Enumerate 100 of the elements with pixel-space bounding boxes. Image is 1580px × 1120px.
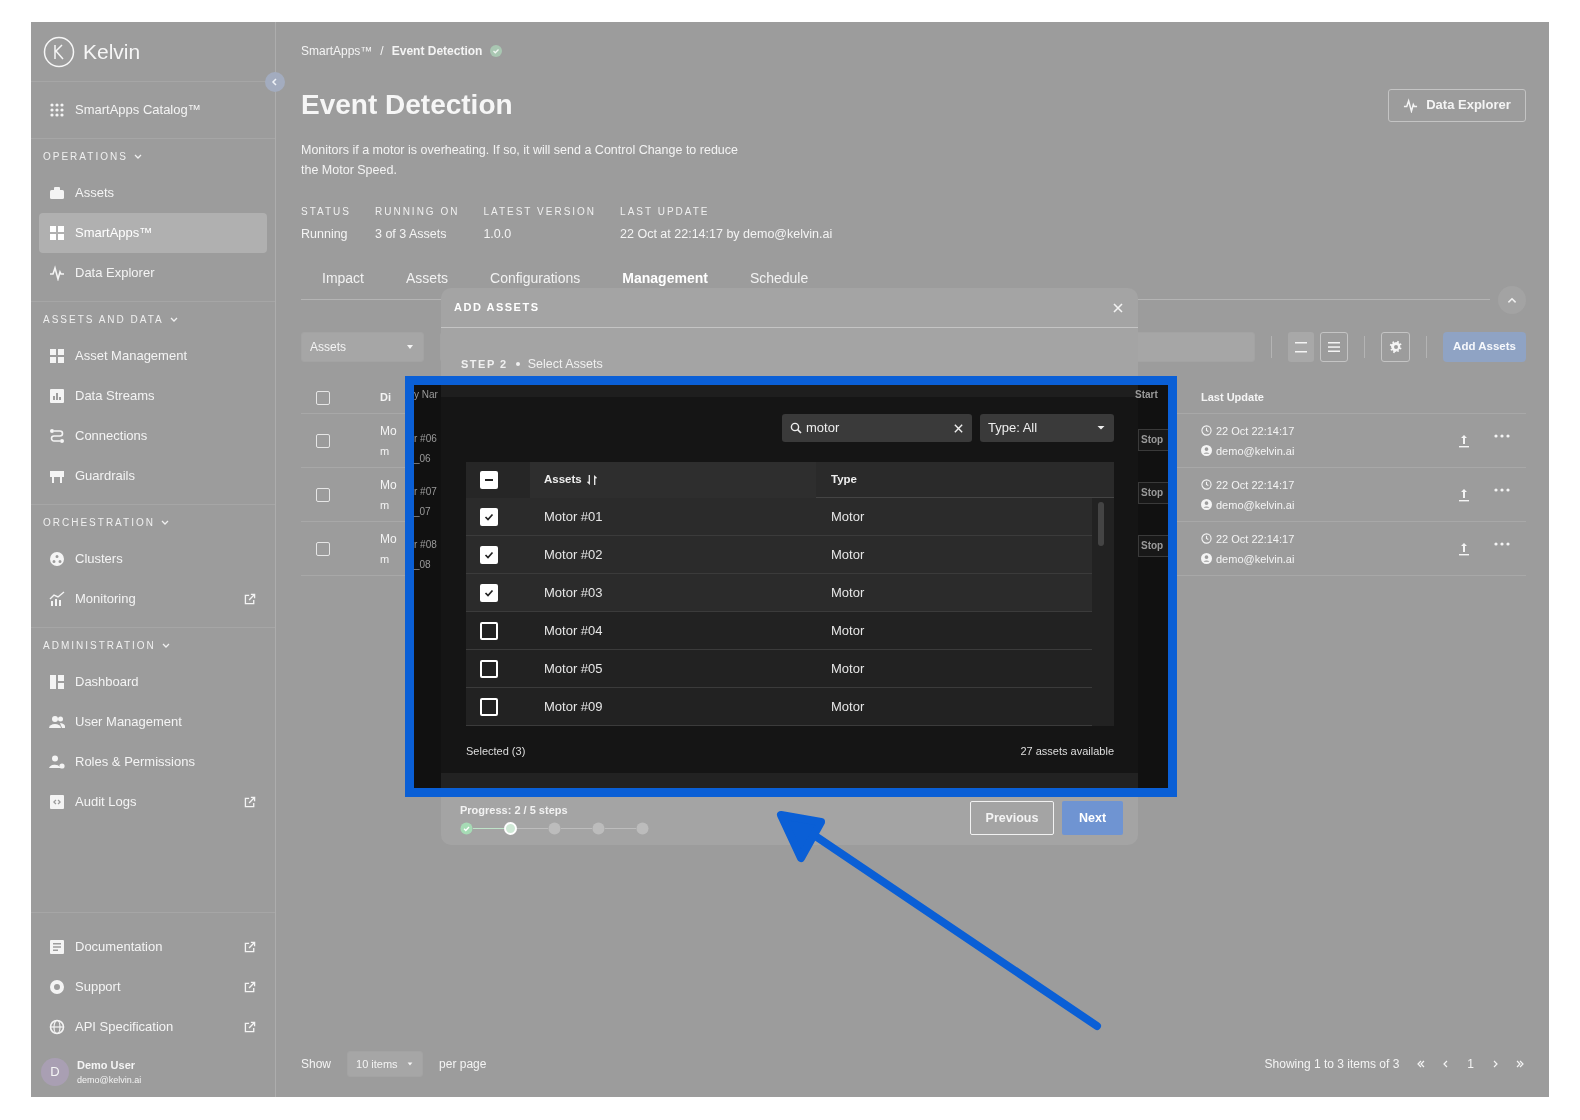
tiles-icon [49, 225, 65, 241]
sidebar-item[interactable]: Roles & Permissions [39, 742, 267, 782]
sidebar-item[interactable]: Monitoring [39, 579, 267, 619]
more-icon[interactable] [1493, 487, 1510, 492]
search-icon [790, 422, 802, 434]
stat-label: LATEST VERSION [483, 205, 597, 219]
collapse-button[interactable] [265, 72, 285, 92]
sidebar-item[interactable]: Support [39, 967, 267, 1007]
page-size-dropdown[interactable]: 10 items [347, 1051, 424, 1077]
add-assets-button[interactable]: Add Assets [1443, 332, 1526, 362]
sidebar-item[interactable]: SmartApps™ [39, 213, 267, 253]
update-user: demo@kelvin.ai [1216, 497, 1295, 513]
asset-name: Motor #01 [543, 507, 604, 526]
asset-name: Mo [380, 530, 397, 548]
column-header: Type [830, 471, 857, 487]
sidebar-item[interactable]: Asset Management [39, 336, 267, 376]
tab[interactable]: Schedule [728, 268, 830, 299]
stat-label: STATUS [301, 205, 351, 219]
checkbox[interactable] [480, 583, 498, 602]
asset-id: m [380, 551, 390, 567]
person-icon [1201, 499, 1212, 510]
upload-icon[interactable] [1457, 487, 1470, 502]
checkbox[interactable] [316, 541, 330, 556]
stat-label: LAST UPDATE [620, 205, 711, 219]
sidebar-item[interactable]: SmartApps Catalog™ [39, 90, 267, 130]
cluster-icon [49, 551, 65, 567]
chevron-left-icon [270, 77, 280, 87]
sidebar-item[interactable]: Documentation [39, 927, 267, 967]
tab[interactable]: Impact [301, 268, 385, 299]
page-number[interactable]: 1 [1467, 1055, 1474, 1073]
filter-dropdown[interactable]: Assets [301, 332, 424, 362]
sort-icon[interactable] [585, 473, 598, 486]
sidebar-item[interactable]: Data Streams [39, 376, 267, 416]
last-page-icon[interactable] [1516, 1059, 1526, 1069]
data-explorer-button[interactable]: Data Explorer [1388, 88, 1526, 122]
clear-icon[interactable] [953, 422, 964, 434]
sidebar-item[interactable]: Dashboard [39, 662, 267, 702]
close-icon[interactable] [1112, 301, 1124, 314]
more-icon[interactable] [1493, 541, 1510, 546]
asset-id: _07 [414, 505, 432, 519]
checkbox[interactable] [480, 470, 498, 489]
stat-value: Running [301, 226, 349, 243]
checkbox[interactable] [316, 433, 330, 448]
sidebar-item[interactable]: Clusters [39, 539, 267, 579]
asset-name: Motor #02 [543, 545, 604, 564]
search-field[interactable]: motor [782, 414, 972, 442]
upload-icon[interactable] [1457, 433, 1470, 448]
tab[interactable]: Configurations [469, 268, 602, 299]
asset-name: Motor #09 [543, 697, 604, 716]
bar-chart-icon [49, 388, 65, 404]
sidebar-item[interactable]: Assets [39, 173, 267, 213]
list-view-button[interactable] [1320, 332, 1348, 362]
collapse-button[interactable] [1498, 286, 1526, 314]
stop-button[interactable]: Stop [1138, 429, 1168, 451]
clock-icon [1201, 425, 1212, 436]
tab[interactable]: Assets [385, 268, 470, 299]
clock-icon [1201, 533, 1212, 544]
sidebar-item[interactable]: Guardrails [39, 456, 267, 496]
scrollbar-thumb[interactable] [1098, 502, 1104, 546]
sidebar-item[interactable]: User Management [39, 702, 267, 742]
sidebar-item[interactable]: Connections [39, 416, 267, 456]
progress-label: Progress: 2 / 5 steps [460, 802, 569, 818]
section-heading: ASSETS AND DATA [43, 312, 164, 327]
breadcrumb-separator: / [380, 43, 384, 60]
previous-button[interactable]: Previous [970, 801, 1054, 835]
breadcrumb-link[interactable]: SmartApps™ [301, 42, 373, 60]
person-icon [1201, 553, 1212, 564]
sidebar-item[interactable]: Audit Logs [39, 782, 267, 822]
upload-icon[interactable] [1457, 541, 1470, 556]
next-button[interactable]: Next [1062, 801, 1123, 835]
compact-view-button[interactable] [1288, 332, 1314, 362]
section-heading: ADMINISTRATION [43, 638, 156, 653]
update-user: demo@kelvin.ai [1216, 551, 1295, 567]
checkbox[interactable] [316, 390, 330, 405]
asset-name: Motor #05 [543, 659, 604, 678]
settings-icon [1387, 339, 1404, 355]
person-gear-icon [49, 754, 65, 770]
page-title: Event Detection [301, 88, 513, 122]
dot-grid-icon [49, 102, 65, 118]
asset-name: r #06 [414, 432, 438, 446]
asset-id: m [380, 443, 390, 459]
sidebar-item[interactable]: API Specification [39, 1007, 267, 1047]
more-icon[interactable] [1493, 433, 1510, 438]
stop-button[interactable]: Stop [1138, 482, 1168, 504]
checkbox[interactable] [480, 545, 498, 564]
pulse-icon [1403, 97, 1419, 113]
update-user: demo@kelvin.ai [1216, 443, 1295, 459]
asset-type: Motor [830, 583, 865, 602]
checkbox[interactable] [480, 507, 498, 526]
sidebar-item[interactable]: Data Explorer [39, 253, 267, 293]
checkbox[interactable] [316, 487, 330, 502]
list-icon [1327, 340, 1341, 354]
section-heading: OPERATIONS [43, 149, 128, 164]
stop-button[interactable]: Stop [1138, 535, 1168, 557]
settings-button[interactable] [1381, 332, 1410, 362]
pulse-icon [49, 265, 65, 281]
asset-type: Motor [830, 507, 865, 526]
type-dropdown[interactable]: Type: All [980, 414, 1114, 442]
modal-title: ADD ASSETS [454, 300, 540, 316]
first-page-icon[interactable] [1415, 1059, 1426, 1069]
